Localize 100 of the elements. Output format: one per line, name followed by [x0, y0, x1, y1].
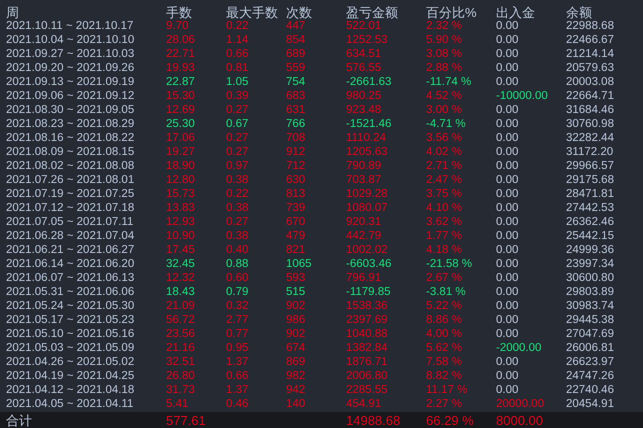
max-lots-cell-text: 0.27 [226, 217, 250, 229]
max-lots-cell-text: 0.22 [226, 189, 250, 201]
balance-cell-text: 29175.68 [566, 175, 615, 187]
transfer-cell-text: 0.00 [496, 175, 520, 187]
count-cell-text: 821 [286, 245, 306, 257]
total-label: 合计 [6, 414, 33, 426]
percent-cell-text: 66.29 % [426, 414, 475, 426]
week-cell-text: 2021.07.12 ~ 2021.07.18 [6, 203, 136, 215]
transfer-cell-text: 0.00 [496, 105, 520, 117]
week-cell-text: 2021.10.11 ~ 2021.10.17 [6, 21, 134, 33]
count-cell-text: 854 [286, 35, 306, 47]
balance-cell-text: 20454.91 [566, 399, 615, 411]
transfer-cell-text: -2000.00 [496, 343, 542, 355]
pnl-cell-text: 1876.71 [346, 357, 389, 369]
count-cell-text: 593 [286, 273, 306, 285]
transfer-cell-text: 0.00 [496, 315, 520, 327]
lots-cell-text: 17.45 [166, 245, 196, 257]
balance-cell-text: 30983.74 [566, 301, 615, 313]
pnl-cell-text: 1002.02 [346, 245, 389, 257]
count-cell-text: 630 [286, 175, 306, 187]
max-lots-cell-text: 0.27 [226, 133, 250, 145]
balance-cell-text: 22740.46 [566, 385, 615, 397]
week-cell-text: 2021.05.31 ~ 2021.06.06 [6, 287, 136, 299]
balance-cell-text: 26623.97 [566, 357, 615, 369]
max-lots-cell-text: 0.40 [226, 245, 250, 257]
transfer-cell-text: 0.00 [496, 273, 520, 285]
max-lots-cell-text: 0.66 [226, 371, 250, 383]
percent-cell-text: 2.32 % [426, 21, 463, 33]
balance-cell-text: 24999.36 [566, 245, 615, 257]
balance-cell-text: 22664.71 [566, 91, 615, 103]
week-cell-text: 2021.08.30 ~ 2021.09.05 [6, 105, 136, 117]
pnl-cell-text: 442.79 [346, 231, 382, 243]
week-cell-text: 2021.06.07 ~ 2021.06.13 [6, 273, 136, 285]
transfer-cell-text: 0.00 [496, 329, 520, 341]
count-cell-text: 766 [286, 119, 306, 131]
column-header: 出入金 [496, 6, 536, 18]
pnl-cell-text: 634.51 [346, 49, 382, 61]
pnl-cell-text: -2661.63 [346, 77, 392, 89]
max-lots-cell-text: 2.77 [226, 315, 250, 327]
column-header: 百分比% [426, 6, 478, 18]
week-cell-text: 2021.09.27 ~ 2021.10.03 [6, 49, 136, 61]
balance-cell-text: 25442.15 [566, 231, 615, 243]
week-cell-text: 2021.06.21 ~ 2021.06.27 [6, 245, 136, 257]
count-cell-text: 515 [286, 287, 306, 299]
count-cell-text: 140 [286, 399, 306, 411]
max-lots-cell-text: 0.81 [226, 63, 250, 75]
lots-cell-text: 26.80 [166, 371, 196, 383]
max-lots-cell-text: 0.95 [226, 343, 250, 355]
transfer-cell-text: 0.00 [496, 49, 520, 61]
percent-cell-text: -3.81 % [426, 287, 467, 299]
count-cell-text: 739 [286, 203, 306, 215]
balance-cell-text: 27442.53 [566, 203, 615, 215]
percent-cell-text: 2.71 % [426, 161, 463, 173]
balance-cell-text: 29445.38 [566, 315, 615, 327]
lots-cell-text: 19.93 [166, 63, 196, 75]
max-lots-cell-text: 1.37 [226, 385, 250, 397]
week-cell-text: 2021.10.04 ~ 2021.10.10 [6, 35, 136, 47]
percent-cell-text: 1.77 % [426, 231, 463, 243]
pnl-cell-text: 790.89 [346, 161, 382, 173]
lots-cell-text: 577.61 [166, 414, 207, 426]
lots-cell-text: 10.90 [166, 231, 196, 243]
balance-cell-text: 26006.81 [566, 343, 615, 355]
percent-cell-text: -4.71 % [426, 119, 467, 131]
balance-cell-text: 20579.63 [566, 63, 615, 75]
max-lots-cell-text: 0.39 [226, 91, 250, 103]
count-cell-text: 479 [286, 231, 306, 243]
balance-cell-text: 22466.67 [566, 35, 615, 47]
lots-cell-text: 12.32 [166, 273, 196, 285]
balance-cell-text: 24747.26 [566, 371, 615, 383]
balance-cell-text: 26362.46 [566, 217, 615, 229]
pnl-cell-text: -1521.46 [346, 119, 392, 131]
max-lots-cell-text: 0.66 [226, 49, 250, 61]
pnl-cell-text: 923.48 [346, 105, 382, 117]
column-header: 余额 [566, 6, 593, 18]
pnl-cell-text: 1110.24 [346, 133, 387, 145]
lots-cell-text: 15.73 [166, 189, 196, 201]
max-lots-cell-text: 1.14 [226, 35, 250, 47]
lots-cell-text: 21.16 [166, 343, 196, 355]
pnl-cell-text: 2397.69 [346, 315, 389, 327]
transfer-cell-text: 0.00 [496, 259, 520, 271]
column-header: 手数 [166, 6, 193, 18]
balance-cell-text: 31172.20 [566, 147, 614, 159]
count-cell-text: 708 [286, 133, 306, 145]
transfer-cell-text: 0.00 [496, 231, 520, 243]
lots-cell-text: 22.87 [166, 77, 196, 89]
week-cell-text: 2021.05.24 ~ 2021.05.30 [6, 301, 136, 313]
transfer-cell-text: 0.00 [496, 189, 520, 201]
lots-cell-text: 56.72 [166, 315, 196, 327]
pnl-cell-text: 1029.28 [346, 189, 389, 201]
pnl-cell-text: 576.55 [346, 63, 382, 75]
pnl-cell-text: -6603.46 [346, 259, 392, 271]
count-cell-text: 986 [286, 315, 306, 327]
week-cell-text: 2021.05.10 ~ 2021.05.16 [6, 329, 136, 341]
percent-cell-text: 2.27 % [426, 399, 463, 411]
balance-cell-text: 30600.80 [566, 273, 615, 285]
lots-cell-text: 28.06 [166, 35, 196, 47]
count-cell-text: 942 [286, 385, 306, 397]
pnl-cell-text: 1080.07 [346, 203, 389, 215]
percent-cell-text: 3.75 % [426, 189, 463, 201]
lots-cell-text: 12.80 [166, 175, 196, 187]
